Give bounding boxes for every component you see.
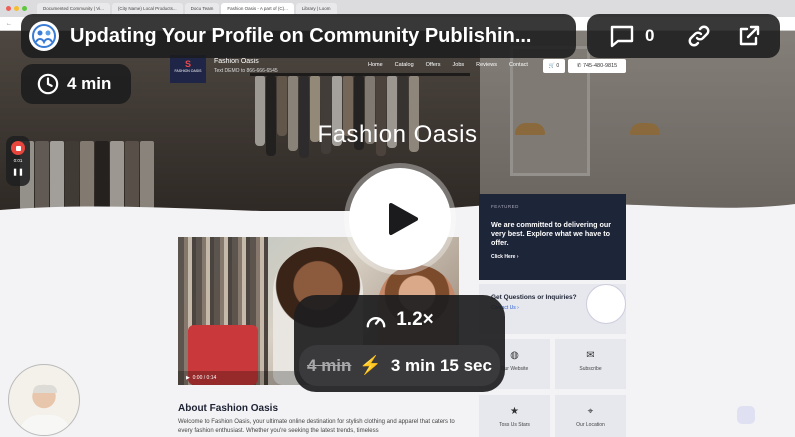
browser-tab[interactable]: Docu Team (184, 2, 220, 15)
nav-link[interactable]: Reviews (476, 62, 497, 68)
speedometer-icon (366, 317, 386, 328)
site-logo[interactable]: S FASHION OASIS (170, 55, 206, 83)
play-button[interactable] (349, 168, 451, 270)
play-icon (389, 203, 418, 235)
browser-tab[interactable]: (City Name) Local Products... (111, 2, 183, 15)
playback-speed-card[interactable]: 1.2× 4 min ⚡ 3 min 15 sec (294, 295, 505, 392)
link-icon (688, 25, 710, 47)
recording-controls: 0:01 ❚❚ (6, 136, 30, 186)
brand-name: Fashion Oasis (214, 58, 259, 65)
clock-icon (37, 73, 59, 95)
copy-link-button[interactable] (687, 24, 711, 48)
featured-card[interactable]: FEATURED We are committed to delivering … (479, 194, 626, 280)
nav-link[interactable]: Catalog (395, 62, 414, 68)
back-arrow-icon[interactable]: ← (6, 21, 12, 27)
tile-subscribe[interactable]: ✉ Subscribe (555, 339, 626, 389)
time-saved: 4 min ⚡ 3 min 15 sec (299, 345, 500, 386)
play-small-icon[interactable]: ▶ (186, 375, 190, 381)
about-text: Welcome to Fashion Oasis, your ultimate … (178, 419, 455, 434)
star-icon: ★ (510, 406, 519, 417)
comments-button[interactable]: 0 (609, 24, 654, 48)
map-icon: ⌖ (587, 406, 594, 417)
mail-icon: ✉ (586, 350, 595, 361)
comment-icon (610, 25, 634, 48)
loom-video-thumbnail[interactable]: Documented Community | Vi... (City Name)… (0, 0, 795, 437)
lightning-icon: ⚡ (359, 355, 382, 375)
nav-link[interactable]: Offers (426, 62, 441, 68)
tile-toss-us-stars[interactable]: ★ Toss Us Stars (479, 395, 550, 437)
video-title-bar[interactable]: Updating Your Profile on Community Publi… (21, 14, 576, 58)
nav-link[interactable]: Home (368, 62, 383, 68)
original-duration: 4 min (307, 355, 352, 375)
phone-icon: ✆ (576, 63, 582, 69)
featured-label: FEATURED (491, 204, 519, 209)
site-nav: Home Catalog Offers Jobs Reviews Contact (368, 62, 528, 68)
click-here-link[interactable]: Click Here › (491, 254, 614, 260)
browser-tab-active[interactable]: Fashion Oasis - A part of (C)... (221, 2, 294, 15)
community-logo-icon (29, 21, 59, 51)
stop-recording-button[interactable] (11, 141, 25, 155)
tile-our-location[interactable]: ⌖ Our Location (555, 395, 626, 437)
nav-link[interactable]: Contact (509, 62, 528, 68)
cart-button[interactable]: 🛒 0 (543, 59, 565, 73)
pause-icon[interactable]: ❚❚ (6, 168, 30, 176)
nav-link[interactable]: Jobs (453, 62, 465, 68)
playback-speed: 1.2× (396, 309, 434, 330)
window-controls (6, 6, 27, 11)
brand-tagline: Text DEMO to 866-666-6545 (214, 68, 278, 74)
presenter-avatar (8, 364, 80, 436)
hero-title: Fashion Oasis (317, 121, 478, 148)
browser-tab[interactable]: Documented Community | Vi... (37, 2, 110, 15)
cart-icon: 🛒 (548, 63, 556, 69)
questions-title: Get Questions or Inquiries? (491, 294, 577, 301)
floating-action-button[interactable] (737, 406, 755, 424)
external-link-icon (739, 25, 760, 46)
phone-button[interactable]: ✆ 745-480-9815 (568, 59, 626, 73)
chat-bubble-icon (586, 284, 626, 324)
featured-text: We are committed to delivering our very … (491, 220, 612, 247)
sped-up-duration: 3 min 15 sec (390, 355, 492, 375)
duration-badge: 4 min (21, 64, 131, 104)
browser-tab[interactable]: Library | Loom (295, 2, 337, 15)
open-in-new-button[interactable] (737, 24, 761, 48)
video-actions: 0 (587, 14, 780, 58)
recording-timer: 0:01 (13, 158, 23, 163)
about-heading: About Fashion Oasis (178, 403, 279, 414)
video-title: Updating Your Profile on Community Publi… (70, 24, 532, 47)
